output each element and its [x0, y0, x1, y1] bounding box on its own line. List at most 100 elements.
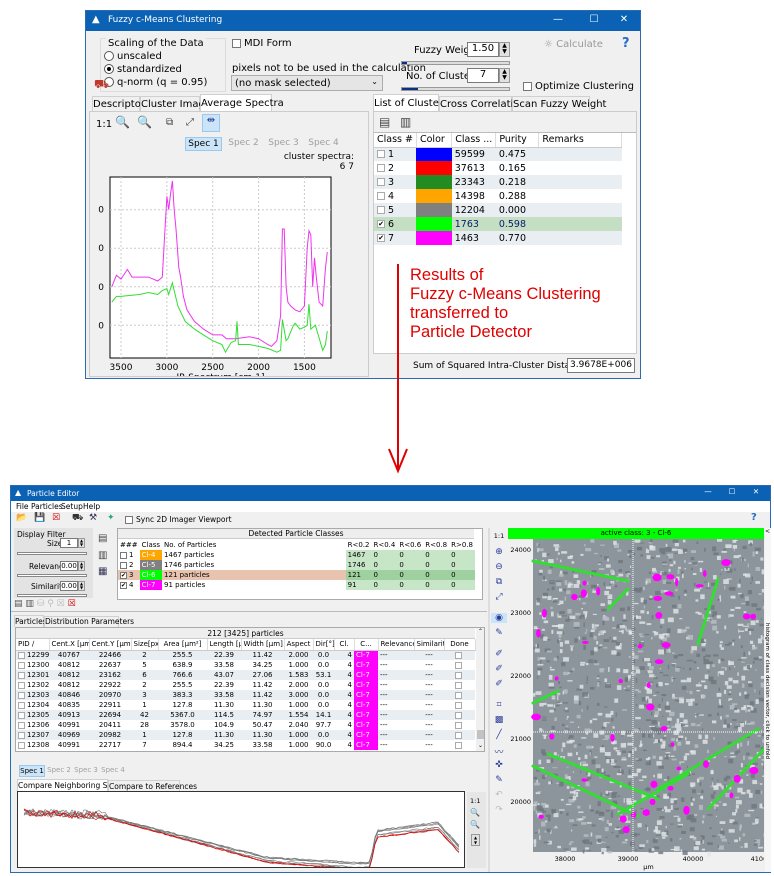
target-icon[interactable]: ✜: [491, 760, 507, 770]
particle-row[interactable]: 12304 40835 22911 1 127.8 11.30 11.30 1.000 0.0 4…: [16, 700, 475, 710]
zoom-out-icon[interactable]: 🔍: [115, 115, 130, 129]
particle-cl7[interactable]: [596, 587, 601, 596]
maximize-button[interactable]: ☐: [584, 14, 604, 25]
menu-file[interactable]: File: [16, 502, 29, 511]
size-spinner[interactable]: ▲ ▼: [78, 538, 85, 548]
clusters-input[interactable]: 7: [467, 68, 499, 83]
particle-cl7[interactable]: [742, 613, 751, 620]
particle-cl7[interactable]: [646, 703, 655, 711]
close-button[interactable]: ✕: [749, 487, 763, 496]
particle-cl7[interactable]: [670, 742, 675, 747]
brush-remove-icon[interactable]: ✐: [491, 679, 507, 689]
class-checkbox[interactable]: ✔: [377, 234, 385, 242]
export-icon[interactable]: ⛟: [94, 77, 109, 93]
class-checkbox[interactable]: ✔: [120, 581, 127, 589]
particle-cl7[interactable]: [667, 785, 674, 791]
zoom-in-icon[interactable]: 🔍: [470, 808, 480, 817]
done-checkbox[interactable]: [454, 651, 462, 659]
column-header[interactable]: R<0.6: [397, 540, 423, 550]
particle-cl7[interactable]: [554, 676, 559, 681]
particle-cl7[interactable]: [610, 733, 615, 742]
particle-row[interactable]: 12305 40913 22694 42 5367.0 114.5 74.97 1.554 14…: [16, 710, 475, 720]
tools-icon[interactable]: ⚒: [89, 513, 97, 523]
detail-view-icon[interactable]: ▥: [25, 599, 34, 609]
column-header[interactable]: Purity: [495, 133, 540, 148]
row-checkbox[interactable]: [18, 691, 25, 699]
column-header[interactable]: Class #: [374, 133, 417, 148]
cluster-row[interactable]: 1 59599 0.475: [374, 147, 622, 161]
done-checkbox[interactable]: [454, 701, 462, 709]
particle-cl7[interactable]: [580, 589, 587, 598]
tab-compare-references[interactable]: Compare to References: [108, 780, 197, 791]
particle-cl7[interactable]: [660, 725, 668, 732]
similarity-slider[interactable]: [17, 594, 87, 597]
split-icon[interactable]: ⚲: [47, 599, 54, 609]
particle-cl7[interactable]: [549, 733, 555, 740]
histogram-label[interactable]: histogram of class decision vector, clic…: [764, 601, 770, 781]
particle-cl7[interactable]: [581, 640, 589, 644]
fuzzy-weight-input[interactable]: 1.50: [467, 42, 499, 57]
spec-tab-1[interactable]: Spec 1: [19, 765, 45, 777]
particle-cl7[interactable]: [702, 760, 710, 768]
delete-icon[interactable]: ☒: [68, 599, 76, 609]
spec-tab-4[interactable]: Spec 4: [100, 765, 126, 775]
class-row[interactable]: ✔ 4 Cl-7 91 particles 91 0 0 0 0: [118, 580, 475, 590]
clusters-spinner[interactable]: ▲ ▼: [499, 68, 510, 83]
menu-help[interactable]: Help: [83, 502, 100, 511]
cluster-row[interactable]: 2 37613 0.165: [374, 161, 622, 175]
particle-cl7[interactable]: [664, 591, 674, 596]
particle-row[interactable]: 12299 40767 22466 2 255.5 22.39 11.42 2.000 0.0 4…: [16, 650, 475, 660]
cluster-row[interactable]: 4 14398 0.288: [374, 189, 622, 203]
row-checkbox[interactable]: [18, 671, 25, 679]
expand-icon[interactable]: ⤢: [186, 117, 194, 128]
class-cell[interactable]: 4: [374, 189, 416, 203]
class-checkbox[interactable]: [120, 551, 127, 559]
done-cell[interactable]: [444, 740, 475, 750]
splitter[interactable]: [488, 528, 490, 872]
particle-row[interactable]: 12307 40969 20982 1 127.8 11.30 11.30 1.000 0.0 4…: [16, 730, 475, 740]
column-header[interactable]: R<0.4: [372, 540, 398, 550]
similarity-spinner[interactable]: ▲ ▼: [78, 581, 85, 591]
class-select-cell[interactable]: 1: [118, 550, 140, 560]
radio-unscaled[interactable]: unscaled: [104, 51, 162, 62]
done-checkbox[interactable]: [454, 691, 462, 699]
class-checkbox[interactable]: [377, 178, 385, 186]
copy-icon[interactable]: ⧉: [166, 117, 173, 128]
particle-cl7[interactable]: [649, 798, 656, 806]
class-checkbox[interactable]: [377, 206, 385, 214]
merge-icon[interactable]: ⛁: [37, 599, 45, 609]
scrollbar[interactable]: ⌃ ⌄: [476, 628, 484, 751]
particle-cl7[interactable]: [733, 774, 741, 783]
column-header[interactable]: Similarity: [414, 639, 445, 651]
open-icon[interactable]: 📂: [16, 513, 27, 523]
column-header[interactable]: No. of Particles: [162, 540, 346, 550]
maximize-button[interactable]: ☐: [725, 487, 739, 496]
optimize-clustering-checkbox[interactable]: Optimize Clustering: [523, 81, 634, 92]
column-header[interactable]: Remarks: [538, 133, 622, 148]
cluster-view-icon[interactable]: ◉: [491, 613, 507, 623]
tab-descriptors[interactable]: Descriptors: [92, 96, 150, 111]
column-header[interactable]: Cent.Y [µm]: [89, 639, 132, 651]
spec-tab-2[interactable]: Spec 2: [46, 765, 72, 775]
fuzzy-weight-spinner[interactable]: ▲ ▼: [499, 42, 510, 57]
row-checkbox[interactable]: [18, 681, 25, 689]
column-header[interactable]: Relevance: [378, 639, 415, 651]
done-checkbox[interactable]: [454, 731, 462, 739]
histogram-collapse-strip[interactable]: < histogram of class decision vector, cl…: [764, 528, 771, 872]
column-header[interactable]: Cent.X [µm]: [49, 639, 90, 651]
particle-cl7[interactable]: [653, 595, 663, 601]
zoom-in-icon[interactable]: ⊕: [491, 547, 507, 557]
class-select-cell[interactable]: ✔ 4: [118, 580, 140, 590]
class-select-cell[interactable]: 2: [118, 560, 140, 570]
size-input[interactable]: 1: [60, 538, 78, 548]
menu-setup[interactable]: Setup: [61, 502, 83, 511]
class-grid-icon[interactable]: ▦: [98, 566, 107, 577]
particle-cl7[interactable]: [661, 642, 671, 648]
line-icon[interactable]: ╱: [491, 730, 507, 740]
particle-cl7[interactable]: [675, 577, 679, 587]
detail-view-icon[interactable]: ▥: [400, 115, 411, 129]
size-slider[interactable]: [17, 552, 87, 555]
row-checkbox[interactable]: [18, 661, 25, 669]
column-header[interactable]: Color: [416, 133, 453, 148]
particle-row[interactable]: 12302 40812 22922 2 255.5 22.39 11.42 2.000 0.0 4…: [16, 680, 475, 690]
